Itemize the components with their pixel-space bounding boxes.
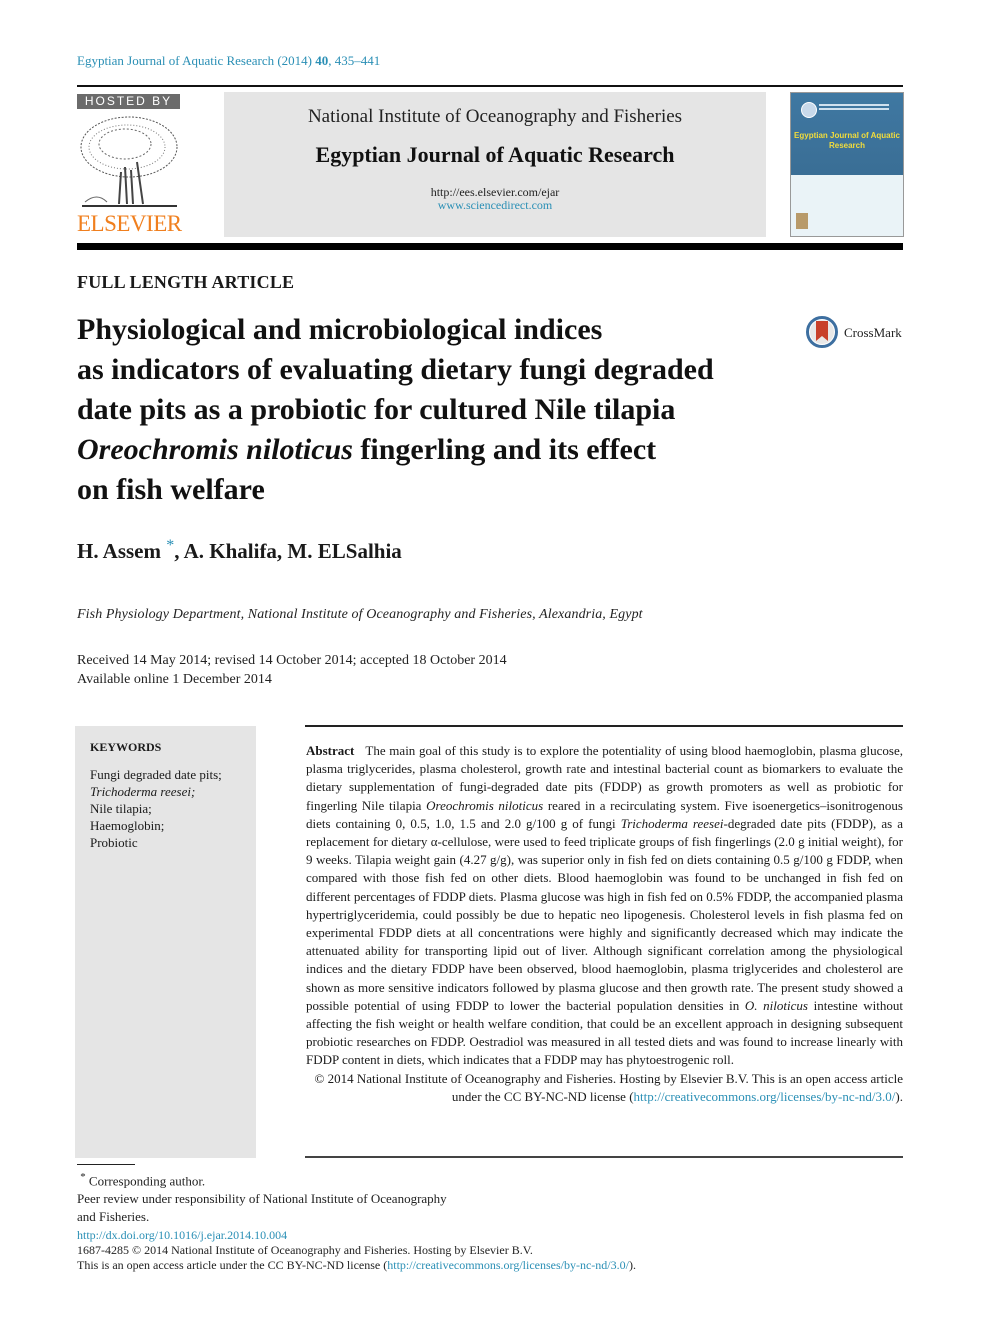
cover-subtitle-lines	[819, 104, 889, 106]
keywords-heading: KEYWORDS	[90, 740, 162, 754]
keyword-item: Nile tilapia;	[90, 801, 152, 816]
author-names-rest: , A. Khalifa, M. ELSalhia	[174, 539, 402, 563]
affiliation: Fish Physiology Department, National Ins…	[77, 607, 643, 622]
abstract-italic: Oreochromis niloticus	[426, 797, 544, 813]
abstract-text: -degraded date pits (FDDP), as a replace…	[306, 815, 903, 1013]
abstract: Abstract The main goal of this study is …	[306, 742, 903, 1106]
keyword-item: Fungi degraded date pits;	[90, 767, 222, 782]
elsevier-tree-logo	[80, 116, 178, 207]
crossmark-icon	[806, 316, 838, 348]
keyword-item: Haemoglobin;	[90, 818, 165, 833]
crossmark-label: CrossMark	[844, 325, 902, 340]
author-name[interactable]: H. Assem	[77, 539, 161, 563]
cover-elsevier-icon	[796, 213, 808, 229]
issn-line: 1687-4285 © 2014 National Institute of O…	[77, 1243, 533, 1257]
citation-pages: , 435–441	[328, 53, 381, 68]
abstract-label: Abstract	[306, 743, 355, 758]
hosted-by-label: HOSTED BY	[77, 94, 180, 109]
license-prefix: This is an open access article under the…	[77, 1258, 388, 1272]
article-dates: Received 14 May 2014; revised 14 October…	[77, 651, 507, 689]
license-link[interactable]: http://creativecommons.org/licenses/by-n…	[634, 1089, 896, 1104]
citation-journal: Egyptian Journal of Aquatic Research (20…	[77, 53, 313, 68]
journal-cover-thumbnail[interactable]: Egyptian Journal of Aquatic Research	[790, 92, 904, 237]
abstract-bottom-rule	[305, 1156, 903, 1158]
history-dates: Received 14 May 2014; revised 14 October…	[77, 653, 507, 668]
title-line: Physiological and microbiological indice…	[77, 313, 603, 346]
corresponding-text: Corresponding author.	[88, 1173, 206, 1189]
keyword-item: Probiotic	[90, 835, 138, 850]
copyright-end: ).	[895, 1088, 903, 1104]
article-title: Physiological and microbiological indice…	[77, 310, 797, 510]
crossmark-button[interactable]: CrossMark	[806, 316, 916, 352]
title-line-rest: fingerling and its effect	[352, 433, 657, 466]
elsevier-logo-text: ELSEVIER	[77, 211, 182, 236]
title-line: as indicators of evaluating dietary fung…	[77, 353, 714, 386]
author-list: H. Assem *, A. Khalifa, M. ELSalhia	[77, 538, 402, 564]
keyword-item: Trichoderma reesei;	[90, 784, 196, 799]
citation-volume: 40	[315, 53, 329, 68]
top-divider	[77, 85, 903, 87]
abstract-top-rule	[305, 725, 903, 727]
niof-logo-icon	[801, 102, 817, 118]
license-line: This is an open access article under the…	[77, 1258, 636, 1273]
species-name: Oreochromis niloticus	[77, 433, 353, 466]
article-type: FULL LENGTH ARTICLE	[77, 272, 295, 292]
journal-name: Egyptian Journal of Aquatic Research	[315, 142, 675, 167]
abstract-italic: Trichoderma reesei	[620, 815, 724, 831]
online-date: Available online 1 December 2014	[77, 672, 272, 687]
title-line: date pits as a probiotic for cultured Ni…	[77, 393, 676, 426]
peer-review-note-cont: and Fisheries.	[77, 1209, 150, 1225]
journal-citation[interactable]: Egyptian Journal of Aquatic Research (20…	[77, 53, 380, 69]
header-divider	[77, 243, 903, 250]
footnote-rule	[77, 1164, 135, 1165]
footnotes: * Corresponding author. Peer review unde…	[77, 1168, 447, 1226]
footnote-star: *	[80, 1171, 86, 1183]
keywords-list: Fungi degraded date pits; Trichoderma re…	[90, 766, 222, 851]
abstract-italic: O. niloticus	[744, 997, 808, 1013]
peer-review-note: Peer review under responsibility of Nati…	[77, 1191, 447, 1207]
journal-header: National Institute of Oceanography and F…	[224, 92, 766, 237]
keywords-panel: KEYWORDS Fungi degraded date pits; Trich…	[75, 726, 256, 1158]
page-footer: http://dx.doi.org/10.1016/j.ejar.2014.10…	[77, 1228, 636, 1273]
institution-name: National Institute of Oceanography and F…	[307, 106, 683, 127]
footer-license-link[interactable]: http://creativecommons.org/licenses/by-n…	[387, 1258, 629, 1272]
title-line: Oreochromis niloticus fingerling and its…	[77, 430, 797, 470]
sciencedirect-link[interactable]: www.sciencedirect.com	[224, 199, 766, 212]
cover-title: Egyptian Journal of Aquatic Research	[794, 131, 900, 150]
abstract-copyright: © 2014 National Institute of Oceanograph…	[306, 1070, 904, 1106]
license-suffix: ).	[628, 1258, 636, 1272]
corresponding-author-note: * Corresponding author.	[77, 1168, 447, 1190]
title-line: on fish welfare	[77, 473, 265, 506]
doi-link[interactable]: http://dx.doi.org/10.1016/j.ejar.2014.10…	[77, 1228, 636, 1243]
